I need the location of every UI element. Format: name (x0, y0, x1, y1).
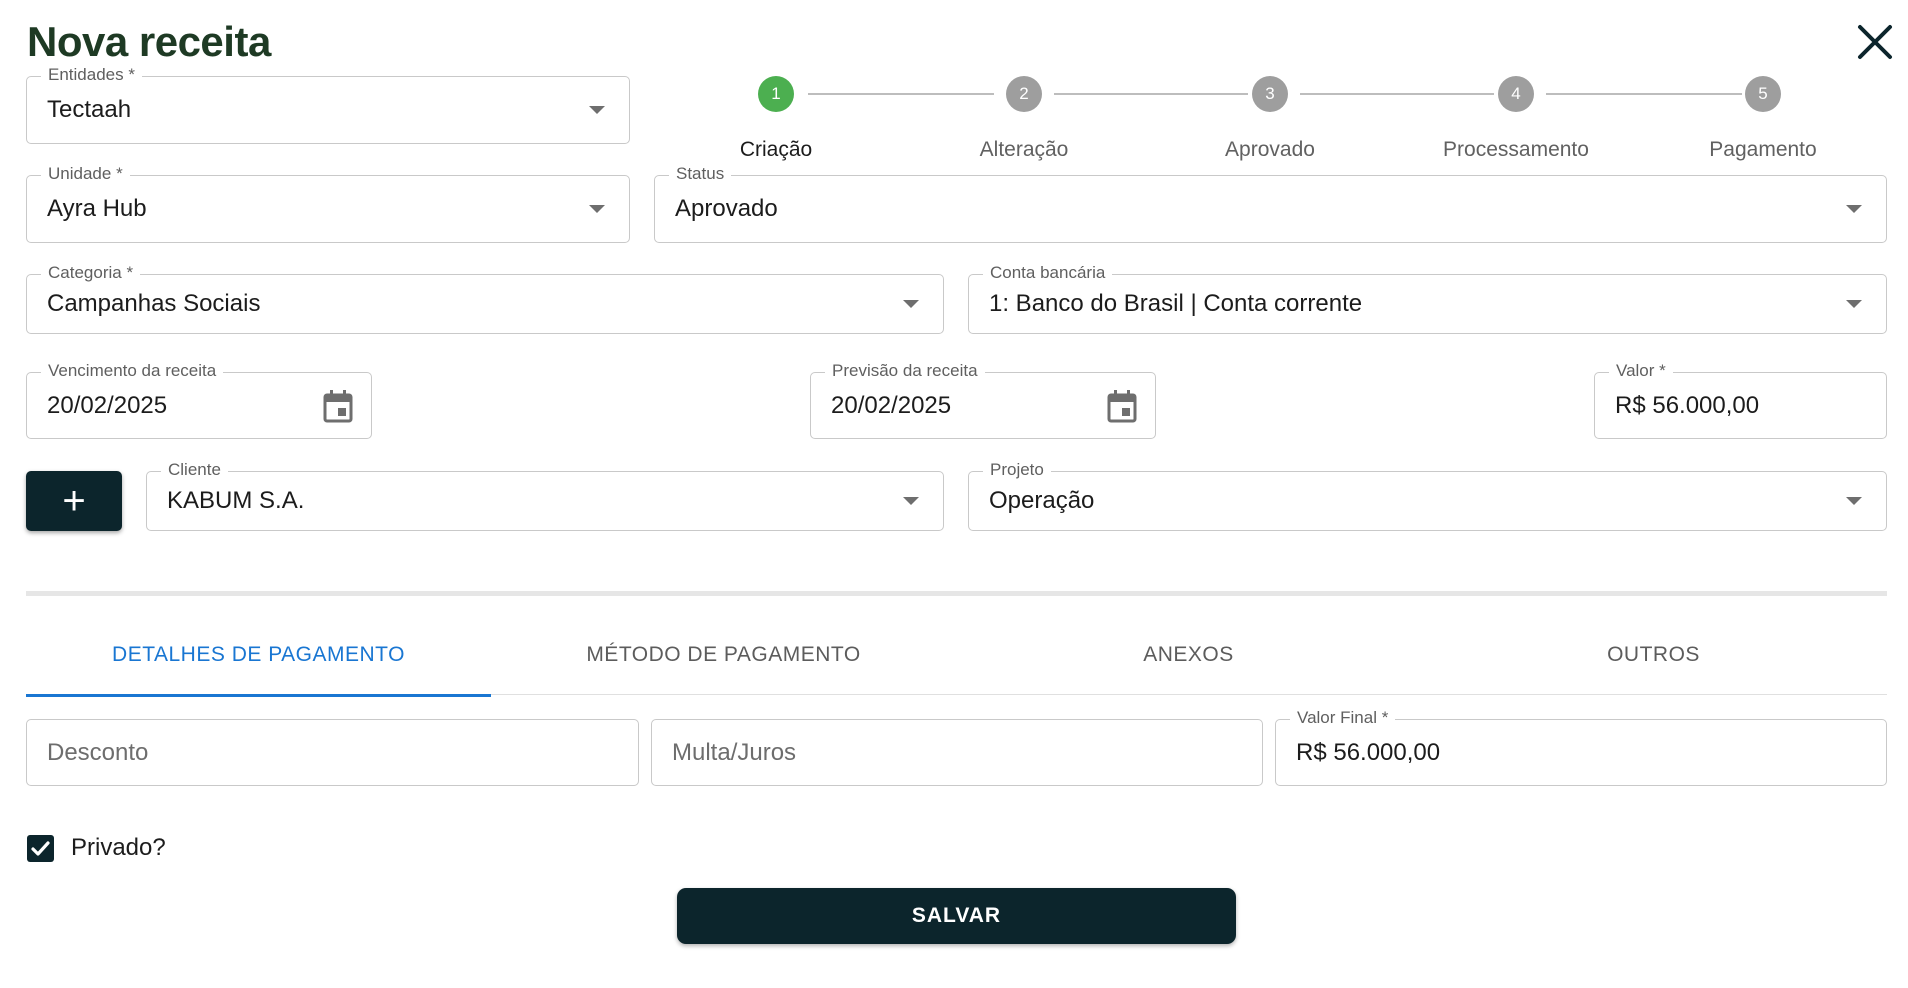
entidades-label: Entidades * (41, 65, 142, 85)
categoria-value: Campanhas Sociais (47, 290, 261, 317)
status-value: Aprovado (675, 195, 778, 222)
entidades-value: Tectaah (47, 96, 132, 123)
check-icon (31, 841, 50, 856)
cliente-value: KABUM S.A. (167, 487, 305, 514)
status-label: Status (669, 164, 732, 184)
chevron-down-icon[interactable] (589, 106, 605, 114)
unidade-select[interactable]: Unidade * Ayra Hub (26, 164, 630, 243)
plus-icon: + (62, 479, 86, 523)
unidade-value: Ayra Hub (47, 195, 147, 222)
step-1-circle[interactable]: 1 (758, 76, 794, 112)
step-1-label: Criação (739, 138, 813, 161)
vencimento-label: Vencimento da receita (41, 361, 224, 381)
step-2-circle[interactable]: 2 (1006, 76, 1042, 112)
calendar-icon[interactable] (1107, 389, 1137, 423)
step-5-label: Pagamento (1709, 138, 1817, 161)
step-3-label: Aprovado (1225, 138, 1315, 161)
step-5-circle[interactable]: 5 (1745, 76, 1781, 112)
previsao-label: Previsão da receita (825, 361, 985, 381)
entidades-select[interactable]: Entidades * Tectaah (26, 65, 630, 144)
projeto-value: Operação (989, 487, 1095, 514)
valor-value: R$ 56.000,00 (1615, 391, 1760, 419)
stepper-connector (1546, 93, 1742, 95)
unidade-label: Unidade * (41, 164, 130, 184)
tab-detalhes-pagamento[interactable]: DETALHES DE PAGAMENTO (26, 625, 491, 697)
stepper-connector (808, 93, 994, 95)
privado-label: Privado? (71, 834, 166, 861)
vencimento-date-field[interactable]: Vencimento da receita 20/02/2025 (26, 361, 372, 439)
chevron-down-icon[interactable] (1846, 497, 1862, 505)
tab-active-indicator (26, 693, 491, 697)
step-4-label: Processamento (1443, 138, 1589, 161)
add-client-button[interactable]: + (26, 471, 122, 531)
tab-metodo-pagamento[interactable]: MÉTODO DE PAGAMENTO (491, 625, 956, 695)
valor-final-value: R$ 56.000,00 (1296, 738, 1441, 766)
previsao-value: 20/02/2025 (831, 391, 952, 419)
categoria-select[interactable]: Categoria * Campanhas Sociais (26, 263, 944, 334)
previsao-date-field[interactable]: Previsão da receita 20/02/2025 (810, 361, 1156, 439)
cliente-label: Cliente (161, 460, 228, 480)
categoria-label: Categoria * (41, 263, 141, 283)
tab-anexos[interactable]: ANEXOS (956, 625, 1421, 695)
projeto-select[interactable]: Projeto Operação (968, 460, 1887, 531)
payment-tabs: DETALHES DE PAGAMENTO MÉTODO DE PAGAMENT… (26, 625, 1887, 697)
chevron-down-icon[interactable] (1846, 205, 1862, 213)
valor-label: Valor * (1609, 361, 1673, 381)
cliente-select[interactable]: Cliente KABUM S.A. (146, 460, 944, 531)
valor-input[interactable]: Valor * R$ 56.000,00 (1594, 361, 1887, 439)
desconto-placeholder: Desconto (47, 738, 149, 766)
section-divider (26, 591, 1887, 596)
close-button[interactable] (1855, 22, 1895, 62)
save-button[interactable]: SALVAR (677, 888, 1236, 944)
stepper-connector (1054, 93, 1248, 95)
chevron-down-icon[interactable] (1846, 300, 1862, 308)
conta-bancaria-select[interactable]: Conta bancária 1: Banco do Brasil | Cont… (968, 263, 1887, 334)
step-2-label: Alteração (979, 138, 1069, 161)
valor-final-label: Valor Final * (1290, 708, 1396, 728)
valor-final-input[interactable]: Valor Final * R$ 56.000,00 (1275, 708, 1887, 786)
projeto-label: Projeto (983, 460, 1051, 480)
dialog-title: Nova receita (27, 18, 271, 65)
stepper-connector (1300, 93, 1494, 95)
privado-checkbox[interactable] (27, 835, 54, 862)
vencimento-value: 20/02/2025 (47, 391, 168, 419)
multa-juros-placeholder: Multa/Juros (672, 738, 797, 766)
conta-bancaria-label: Conta bancária (983, 263, 1113, 283)
desconto-input[interactable]: Desconto (26, 719, 639, 786)
step-4-circle[interactable]: 4 (1498, 76, 1534, 112)
tab-outros[interactable]: OUTROS (1421, 625, 1886, 695)
chevron-down-icon[interactable] (589, 205, 605, 213)
status-select[interactable]: Status Aprovado (654, 164, 1887, 243)
multa-juros-input[interactable]: Multa/Juros (651, 719, 1263, 786)
close-icon[interactable] (1855, 22, 1895, 62)
conta-bancaria-value: 1: Banco do Brasil | Conta corrente (989, 290, 1363, 317)
calendar-icon[interactable] (323, 389, 353, 423)
chevron-down-icon[interactable] (903, 300, 919, 308)
chevron-down-icon[interactable] (903, 497, 919, 505)
step-3-circle[interactable]: 3 (1252, 76, 1288, 112)
